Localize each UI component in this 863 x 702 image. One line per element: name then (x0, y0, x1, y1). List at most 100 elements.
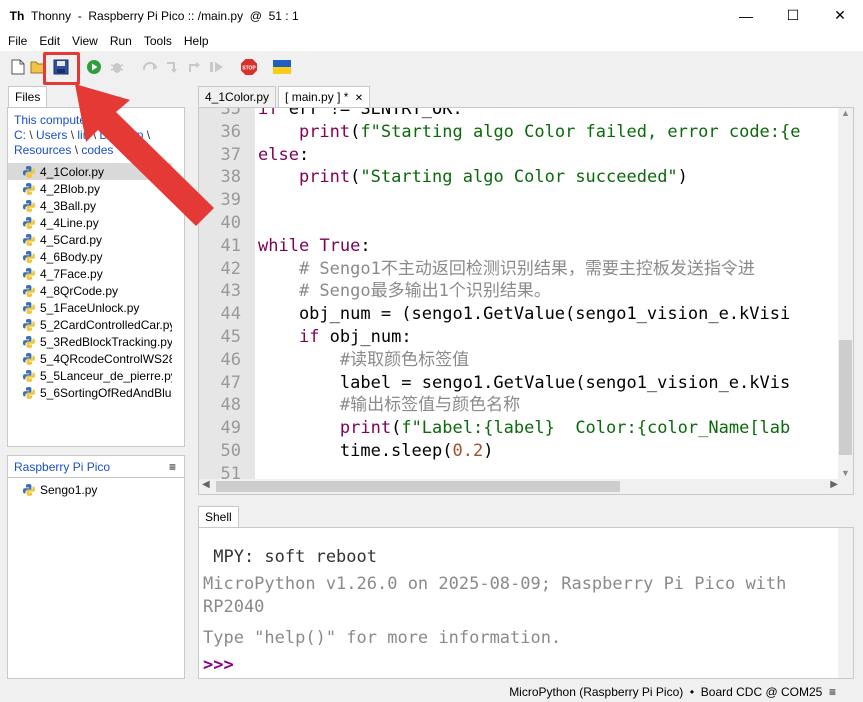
menu-tools[interactable]: Tools (138, 34, 178, 48)
breadcrumb-users[interactable]: Users (36, 128, 67, 142)
shell-scrollbar[interactable] (838, 528, 853, 678)
debug-icon[interactable] (108, 58, 126, 76)
run-icon[interactable] (85, 58, 103, 76)
pico-panel-menu-icon[interactable]: ≡ (169, 460, 176, 474)
new-file-icon[interactable] (9, 58, 27, 76)
tab-label: 4_1Color.py (205, 90, 270, 104)
shell-prompt[interactable]: >>> (203, 654, 234, 676)
tab-files[interactable]: Files (8, 86, 48, 108)
breadcrumb-liu[interactable]: liu (77, 128, 89, 142)
file-list-item[interactable]: 5_5Lanceur_de_pierre.py (8, 367, 184, 384)
resume-icon[interactable] (208, 58, 226, 76)
file-list-item[interactable]: 4_3Ball.py (8, 197, 184, 214)
code-line[interactable]: print(f"Starting algo Color failed, erro… (258, 121, 801, 143)
breadcrumb-codes[interactable]: codes (81, 143, 113, 157)
tab-label: [ main.py ] * (285, 90, 349, 104)
python-file-icon (23, 284, 35, 297)
stop-icon[interactable]: STOP (240, 58, 258, 76)
close-window-button[interactable]: ✕ (817, 0, 863, 31)
file-list-item[interactable]: 4_4Line.py (8, 214, 184, 231)
breadcrumb: This computer C: \ Users \ liu \ Desktop… (14, 113, 151, 157)
python-file-icon (23, 369, 35, 382)
shell-line: MicroPython v1.26.0 on 2025-08-09; Raspb… (203, 574, 787, 594)
code-line[interactable]: time.sleep(0.2) (258, 440, 494, 462)
tab-4-1color[interactable]: 4_1Color.py (198, 86, 277, 108)
interpreter-status[interactable]: MicroPython (Raspberry Pi Pico) • Board … (509, 685, 836, 699)
code-editor[interactable]: 35 36 37 38 39 40 41 42 43 44 45 46 47 48 49 50 51 if er… (198, 107, 854, 495)
breadcrumb-desktop[interactable]: Desktop (99, 128, 143, 142)
code-line[interactable]: label = sengo1.GetValue(sengo1_vision_e.… (258, 372, 790, 394)
file-list-item[interactable]: 4_2Blob.py (8, 180, 184, 197)
file-list-item[interactable]: 4_6Body.py (8, 248, 184, 265)
file-list-item[interactable]: 5_1FaceUnlock.py (8, 299, 184, 316)
file-name: 4_1Color.py (40, 164, 105, 179)
breadcrumb-c[interactable]: C: (14, 128, 26, 142)
file-list-item[interactable]: 5_4QRcodeControlWS28 (8, 350, 184, 367)
shell-tab-label: Shell (205, 510, 232, 524)
this-computer-link[interactable]: This computer (14, 113, 90, 127)
editor-vertical-thumb[interactable] (839, 340, 852, 455)
python-file-icon (23, 199, 35, 212)
pico-panel-title[interactable]: Raspberry Pi Pico (14, 460, 110, 474)
shell-console[interactable]: MPY: soft reboot MicroPython v1.26.0 on … (198, 527, 854, 679)
line-number: 49 (220, 418, 241, 439)
save-highlight-box (43, 52, 80, 85)
pico-files-panel: Raspberry Pi Pico ≡ Sengo1.py (7, 455, 185, 679)
code-line[interactable]: print("Starting algo Color succeeded") (258, 166, 688, 188)
line-number: 43 (220, 281, 241, 302)
python-file-icon (23, 352, 35, 365)
files-scrollbar[interactable] (172, 108, 184, 446)
file-list-item[interactable]: 4_8QrCode.py (8, 282, 184, 299)
code-line[interactable]: obj_num = (sengo1.GetValue(sengo1_vision… (258, 303, 790, 325)
file-list-item[interactable]: 5_2CardControlledCar.py (8, 316, 184, 333)
step-over-icon[interactable] (141, 58, 159, 76)
editor-vertical-scrollbar[interactable]: ▲ ▼ (838, 108, 853, 480)
step-into-icon[interactable] (164, 58, 182, 76)
editor-tabs: 4_1Color.py [ main.py ] * ✕ (198, 86, 372, 108)
file-list-item[interactable]: 4_5Card.py (8, 231, 184, 248)
step-out-icon[interactable] (186, 58, 204, 76)
menu-run[interactable]: Run (104, 34, 138, 48)
tab-main-py[interactable]: [ main.py ] * ✕ (278, 86, 371, 108)
file-list-item[interactable]: 5_6SortingOfRedAndBlu (8, 384, 184, 401)
file-list-item[interactable]: 5_3RedBlockTracking.py (8, 333, 184, 350)
pico-scrollbar[interactable] (172, 479, 184, 678)
menu-edit[interactable]: Edit (33, 34, 66, 48)
close-tab-icon[interactable]: ✕ (355, 93, 363, 104)
code-line[interactable]: # Sengo1不主动返回检测识别结果，需要主控板发送指令进 (258, 258, 755, 280)
python-file-icon (23, 318, 35, 331)
code-area[interactable]: if err != SENTRY_OK: print(f"Starting al… (258, 108, 838, 480)
python-file-icon (23, 386, 35, 399)
ukraine-flag-icon[interactable] (273, 58, 291, 76)
code-line[interactable]: # Sengo最多输出1个识别结果。 (258, 280, 551, 302)
file-name: Sengo1.py (40, 482, 98, 497)
code-line[interactable]: while True: (258, 235, 371, 257)
menu-help[interactable]: Help (178, 34, 215, 48)
breadcrumb-resources[interactable]: Resources (14, 143, 71, 157)
line-number: 40 (220, 213, 241, 233)
minimize-button[interactable]: — (723, 0, 769, 31)
code-line[interactable]: print(f"Label:{label} Color:{color_Name[… (258, 417, 790, 439)
line-number: 41 (220, 235, 241, 256)
python-file-icon (23, 182, 35, 195)
editor-horizontal-thumb[interactable] (216, 481, 620, 492)
files-tab-label: Files (15, 90, 41, 104)
code-line[interactable]: #输出标签值与颜色名称 (258, 394, 520, 416)
python-file-icon (23, 335, 35, 348)
shell-line: RP2040 (203, 597, 265, 617)
editor-horizontal-scrollbar[interactable]: ◀ ▶ (199, 479, 853, 494)
file-list-item[interactable]: 4_1Color.py (8, 163, 184, 180)
stop-label: STOP (242, 66, 256, 72)
menu-file[interactable]: File (0, 34, 33, 48)
code-line[interactable]: if err != SENTRY_OK: (258, 108, 463, 120)
line-number: 38 (220, 167, 241, 188)
maximize-button[interactable]: ☐ (770, 0, 816, 31)
code-line[interactable]: if obj_num: (258, 326, 412, 348)
pico-file-item[interactable]: Sengo1.py (8, 481, 184, 498)
code-line[interactable]: #读取颜色标签值 (258, 349, 469, 371)
file-list-item[interactable]: 4_7Face.py (8, 265, 184, 282)
menu-view[interactable]: View (66, 34, 104, 48)
code-line[interactable]: else: (258, 144, 309, 166)
tab-shell[interactable]: Shell (198, 506, 239, 528)
line-number: 36 (220, 121, 241, 142)
